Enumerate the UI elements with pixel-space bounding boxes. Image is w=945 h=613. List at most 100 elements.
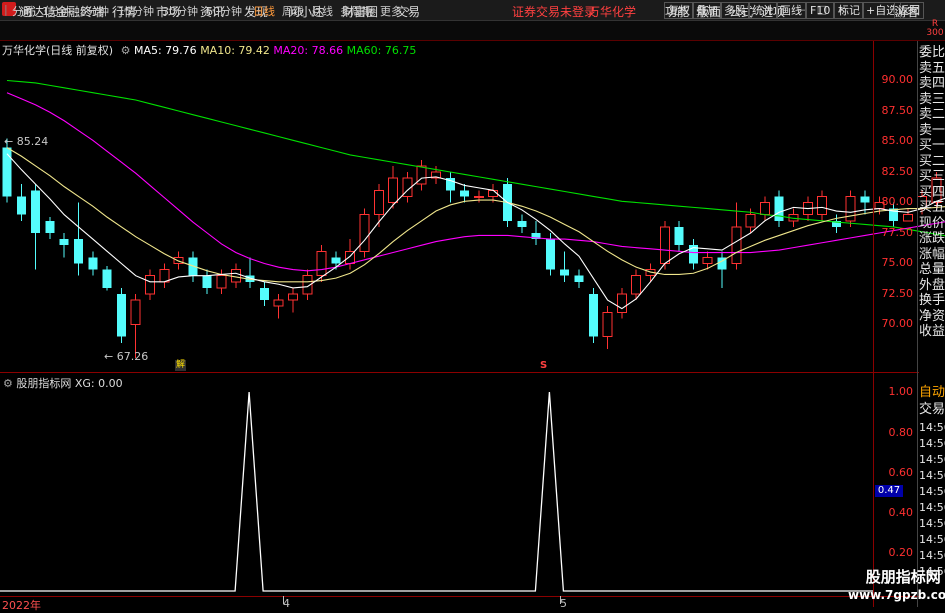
- y-axis-divider: [873, 41, 874, 607]
- side-label: 卖五: [919, 61, 945, 77]
- tick-time: 14:56: [919, 452, 945, 468]
- candle-body: [160, 270, 169, 282]
- indicator-gear-icon[interactable]: ⚙: [3, 377, 13, 390]
- side-label: 换手: [919, 293, 945, 309]
- candle-body: [74, 239, 83, 263]
- y-tick: 90.00: [882, 73, 914, 86]
- candle-body: [17, 196, 26, 214]
- candle-body: [474, 196, 483, 197]
- s-marker[interactable]: S: [540, 360, 549, 371]
- y-tick: 72.50: [882, 287, 914, 300]
- tick-time: 14:56: [919, 548, 945, 564]
- candle-body: [274, 300, 283, 306]
- candle-body: [360, 215, 369, 252]
- tick-time: 14:56: [919, 516, 945, 532]
- y-tick: 80.00: [882, 195, 914, 208]
- side-label: 买三: [919, 169, 945, 185]
- tick-time: 14:56: [919, 468, 945, 484]
- y-tick: 87.50: [882, 104, 914, 117]
- candle-body: [660, 227, 669, 264]
- side-panel-divider: [917, 41, 918, 607]
- candle-body: [818, 196, 827, 214]
- candle-body: [546, 239, 555, 270]
- candle-body: [760, 203, 769, 215]
- tick-time: 14:56: [919, 532, 945, 548]
- high-annotation: ← 85.24: [4, 135, 48, 148]
- indicator-tick: 0.60: [889, 466, 914, 479]
- side-label: 现价: [919, 216, 945, 232]
- candle-body: [88, 257, 97, 269]
- candle-body: [374, 190, 383, 214]
- candle-body: [589, 294, 598, 337]
- y-tick: 75.00: [882, 256, 914, 269]
- candle-body: [317, 251, 326, 275]
- candle-body: [131, 300, 140, 324]
- side-label: 净资: [919, 309, 945, 325]
- side-label: 涨跌: [919, 231, 945, 247]
- candle-body: [260, 288, 269, 300]
- candle-body: [331, 257, 340, 263]
- y-tick: 70.00: [882, 317, 914, 330]
- ma-lines-layer: [7, 81, 945, 309]
- side-label: 卖四: [919, 76, 945, 92]
- tick-time: 14:56: [919, 436, 945, 452]
- candle-body: [575, 276, 584, 282]
- candle-body: [617, 294, 626, 312]
- side-tabs: 自动 交易: [919, 384, 945, 418]
- x-label-april: 4: [283, 597, 290, 610]
- low-annotation: ← 67.26: [104, 350, 148, 363]
- side-label: 涨幅: [919, 247, 945, 263]
- candle-body: [146, 276, 155, 294]
- side-label: 买二: [919, 154, 945, 170]
- side-label: 收益: [919, 324, 945, 340]
- candle-body: [103, 270, 112, 288]
- candle-body: [389, 178, 398, 202]
- tab-trade[interactable]: 交易: [919, 401, 945, 418]
- candle-body: [675, 227, 684, 245]
- x-tick-may: [560, 596, 561, 604]
- x-axis-line: [0, 596, 919, 597]
- candle-body: [217, 276, 226, 288]
- watermark-title: 股朋指标网: [848, 568, 945, 586]
- tick-time: 14:56: [919, 420, 945, 436]
- side-label: 卖三: [919, 92, 945, 108]
- candle-body: [517, 221, 526, 227]
- pane-divider[interactable]: [0, 372, 919, 373]
- signal-line: [0, 392, 873, 591]
- indicator-tick: 0.80: [889, 426, 914, 439]
- candle-body: [775, 196, 784, 220]
- x-tick-april: [283, 596, 284, 604]
- chart-canvas[interactable]: [0, 0, 945, 609]
- side-label: 总量: [919, 262, 945, 278]
- watermark-url: www.7gpzb.com: [848, 586, 945, 604]
- candle-body: [117, 294, 126, 337]
- candle-body: [632, 276, 641, 294]
- candle-body: [203, 276, 212, 288]
- indicator-title: ⚙ 股朋指标网 XG: 0.00: [3, 375, 123, 391]
- candle-body: [45, 221, 54, 233]
- x-label-may: 5: [560, 597, 567, 610]
- low-value: 67.26: [117, 350, 149, 363]
- jie-marker[interactable]: 解: [175, 360, 186, 371]
- indicator-tick: 0.40: [889, 506, 914, 519]
- candle-body: [903, 215, 912, 221]
- candle-body: [703, 257, 712, 263]
- candle-body: [846, 196, 855, 220]
- tab-auto[interactable]: 自动: [919, 384, 945, 401]
- indicator-tick: 0.20: [889, 546, 914, 559]
- high-value: 85.24: [17, 135, 49, 148]
- x-label-year: 2022年: [2, 597, 41, 613]
- indicator-tick: 1.00: [889, 385, 914, 398]
- quote-side-panel: 委比 卖五 卖四 卖三 卖二 卖一 买一 买二 买三 买四 买五 现价 涨跌 涨…: [919, 45, 945, 340]
- y-tick: 85.00: [882, 134, 914, 147]
- candle-body: [31, 190, 40, 233]
- candle-body: [861, 196, 870, 202]
- candle-body: [560, 270, 569, 276]
- candle-body: [231, 270, 240, 282]
- side-label: 买一: [919, 138, 945, 154]
- candle-body: [60, 239, 69, 245]
- candles-layer: [3, 139, 945, 358]
- indicator-current-value: 0.47: [875, 485, 903, 497]
- candle-body: [460, 190, 469, 196]
- tick-time-list: 14:56 14:56 14:56 14:56 14:56 14:56 14:5…: [919, 420, 945, 580]
